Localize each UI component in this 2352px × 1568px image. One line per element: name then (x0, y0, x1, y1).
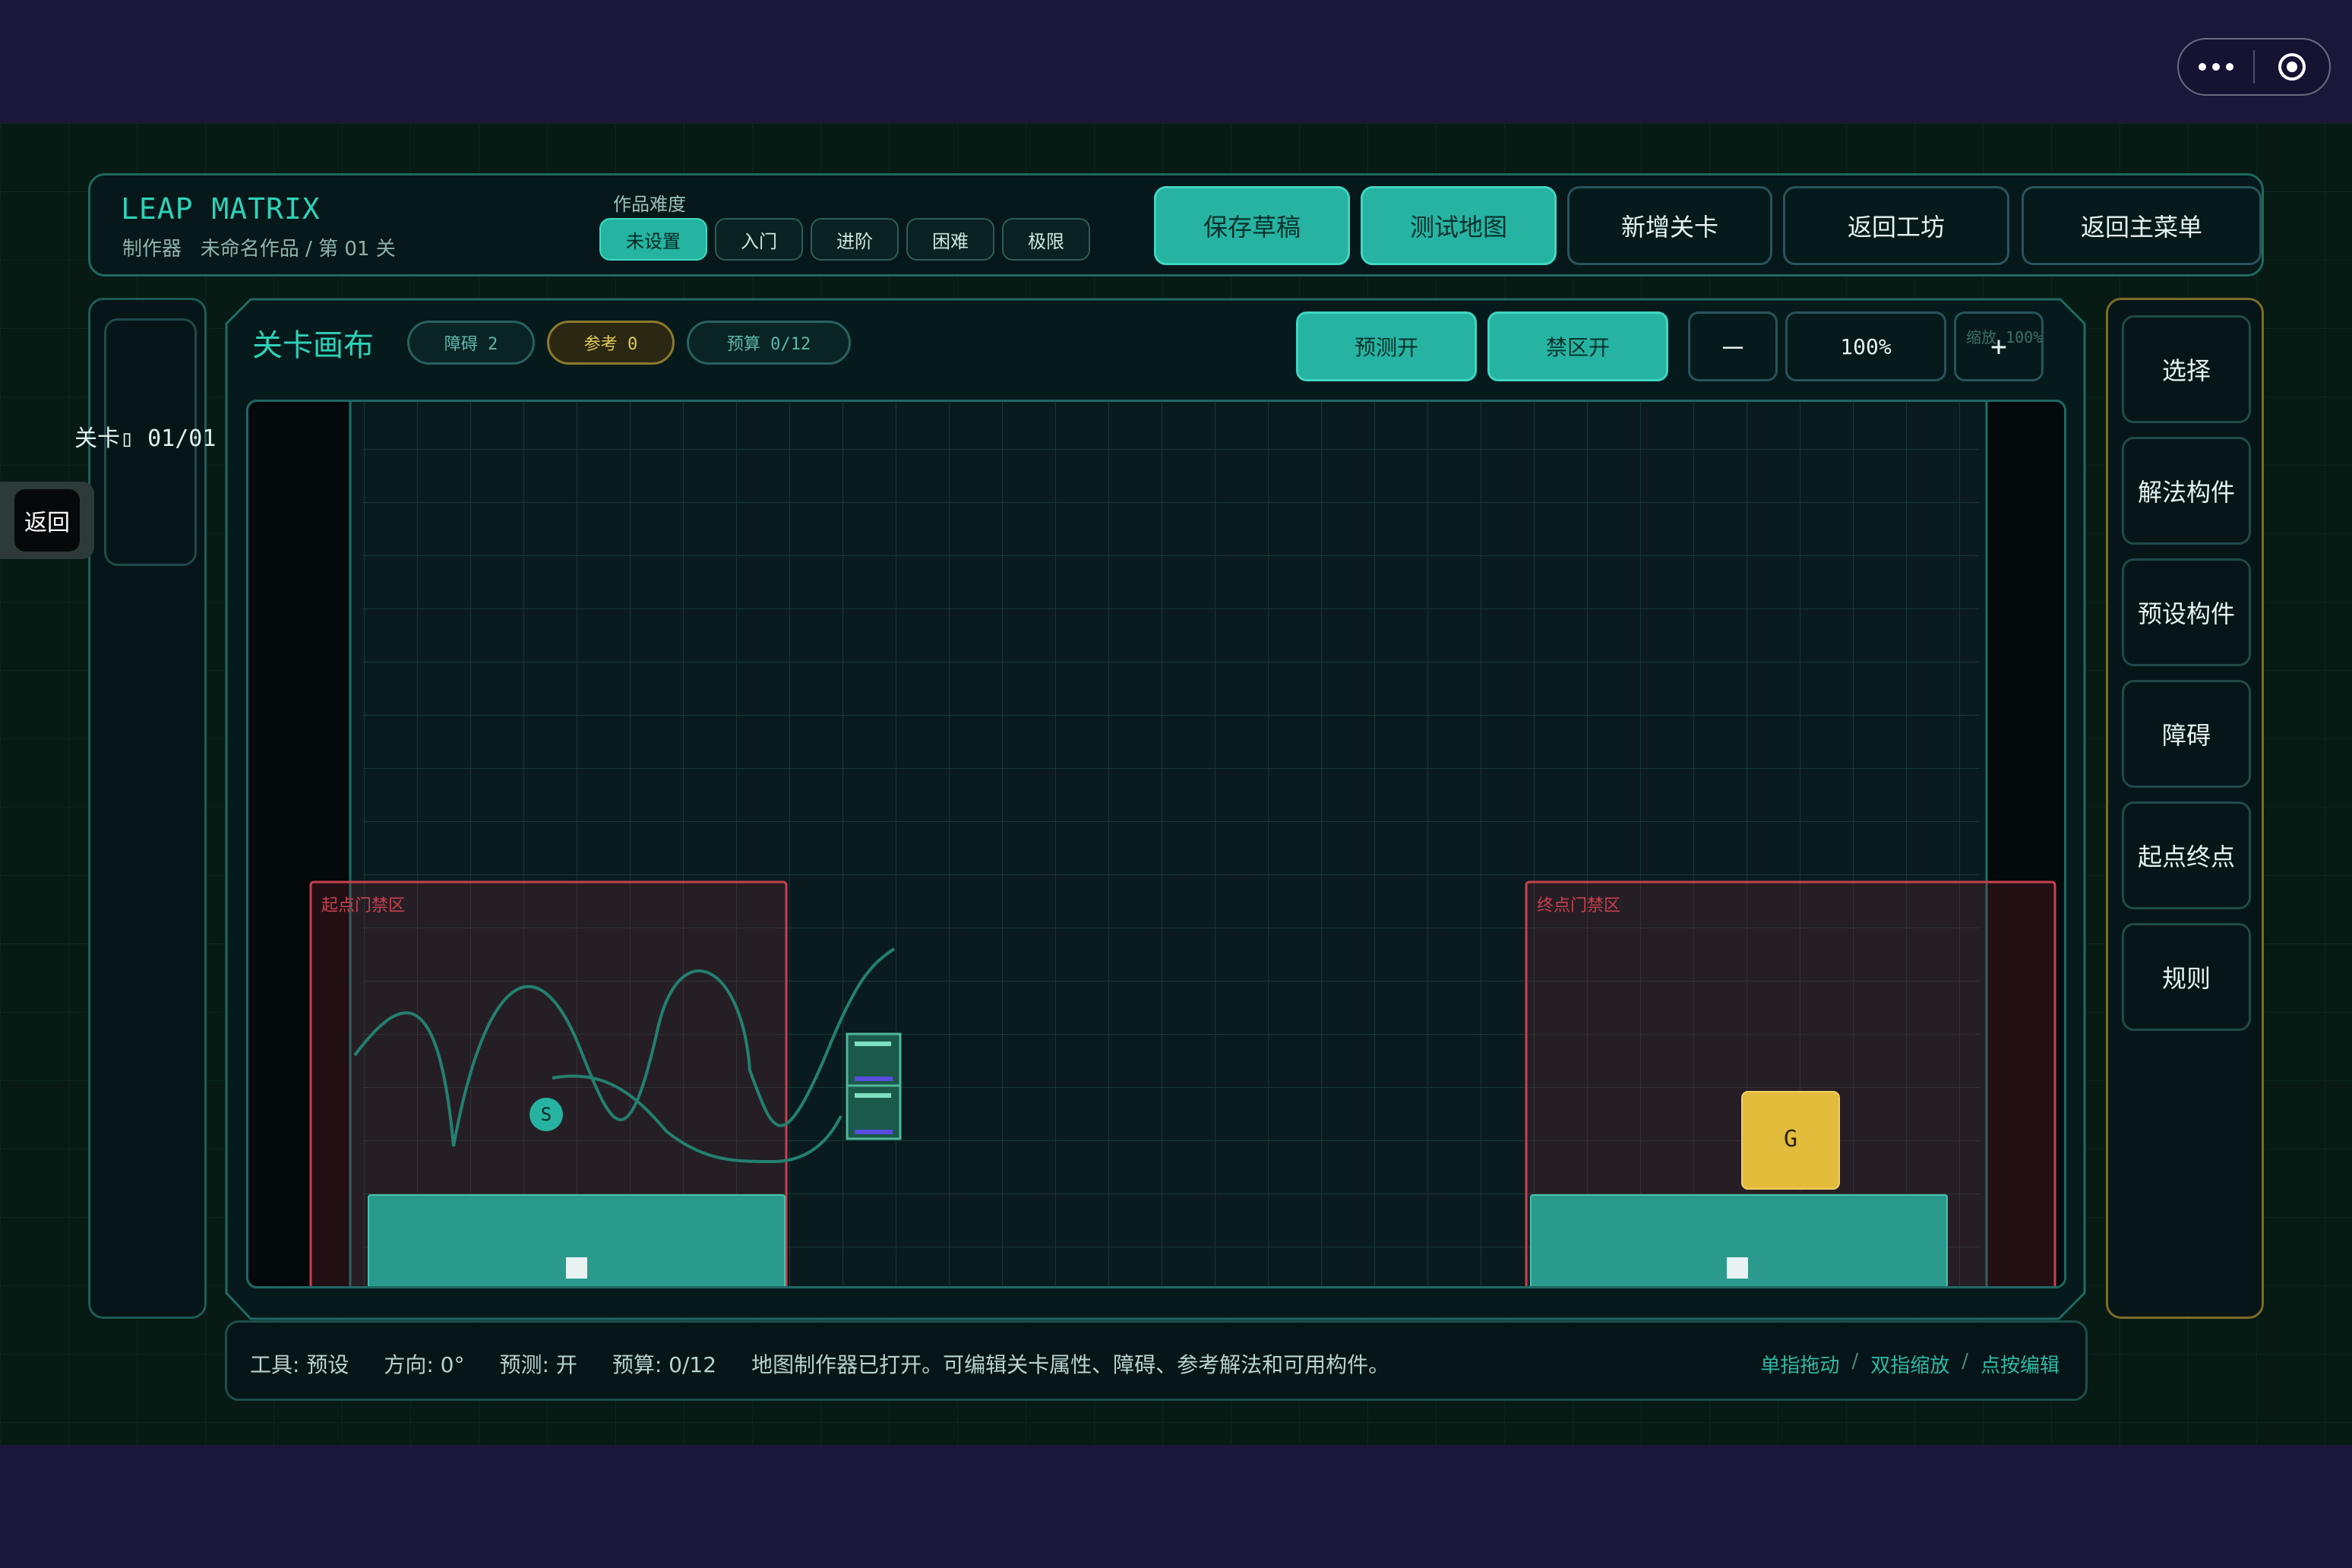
back-main-menu-button[interactable]: 返回主菜单 (2022, 186, 2262, 265)
end-zone-label: 终点门禁区 (1537, 896, 1620, 915)
start-zone-label: 起点门禁区 (321, 896, 405, 915)
status-direction: 方向: 0° (384, 1352, 465, 1377)
goal-marker[interactable]: G (1741, 1091, 1840, 1190)
difficulty-option-hard[interactable]: 困难 (906, 218, 994, 261)
save-draft-button[interactable]: 保存草稿 (1154, 186, 1350, 265)
hint-pinch: 双指缩放 (1870, 1355, 1950, 1377)
start-marker-label: S (541, 1104, 552, 1125)
obstacle-count-tag: 障碍 2 (407, 321, 535, 365)
back-button[interactable]: 返回 (14, 489, 80, 552)
more-button[interactable] (2179, 40, 2253, 94)
level-board[interactable]: 起点门禁区 终点门禁区 S G (246, 400, 2066, 1288)
editor-header: LEAP MATRIX 制作器 未命名作品 / 第 01 关 作品难度 未设置 … (88, 173, 2264, 277)
tool-select[interactable]: 选择 (2122, 315, 2251, 423)
spring-component[interactable] (846, 1032, 902, 1140)
level-indicator: 关卡▯ 01/01 (74, 425, 217, 452)
back-workshop-button[interactable]: 返回工坊 (1783, 186, 2009, 265)
start-marker[interactable]: S (530, 1098, 563, 1131)
zoom-out-button[interactable]: － (1688, 311, 1778, 381)
editor-app: LEAP MATRIX 制作器 未命名作品 / 第 01 关 作品难度 未设置 … (0, 123, 2352, 1445)
budget-tag: 预算 0/12 (687, 321, 851, 365)
status-info: 工具: 预设 方向: 0° 预测: 开 预算: 0/12 地图制作器已打开。可编… (250, 1348, 1389, 1379)
difficulty-option-extreme[interactable]: 极限 (1002, 218, 1090, 261)
difficulty-option-beginner[interactable]: 入门 (715, 218, 803, 261)
difficulty-option-intermediate[interactable]: 进阶 (811, 218, 899, 261)
forbidden-zone-toggle-button[interactable]: 禁区开 (1487, 311, 1668, 381)
reference-count-tag: 参考 0 (547, 321, 675, 365)
status-tool: 工具: 预设 (250, 1352, 349, 1377)
back-button-container: 返回 (0, 482, 94, 559)
end-platform-anchor (1727, 1257, 1748, 1279)
close-mini-program-button[interactable] (2255, 40, 2329, 94)
difficulty-label: 作品难度 (613, 194, 686, 215)
tool-start-end[interactable]: 起点终点 (2122, 801, 2251, 909)
level-board-svg: 起点门禁区 终点门禁区 S G (309, 402, 2056, 1286)
level-canvas-panel: 关卡画布 障碍 2 参考 0 预算 0/12 预测开 禁区开 － 100% + … (225, 298, 2086, 1320)
status-message: 地图制作器已打开。可编辑关卡属性、障碍、参考解法和可用构件。 (751, 1352, 1390, 1377)
tool-obstacle[interactable]: 障碍 (2122, 680, 2251, 788)
hint-separator: / (1962, 1350, 1968, 1373)
canvas-title: 关卡画布 (252, 328, 374, 363)
goal-marker-label: G (1784, 1126, 1797, 1152)
status-bar: 工具: 预设 方向: 0° 预测: 开 预算: 0/12 地图制作器已打开。可编… (225, 1320, 2088, 1401)
tool-rules[interactable]: 规则 (2122, 923, 2251, 1031)
hint-tap: 点按编辑 (1980, 1355, 2060, 1377)
add-level-button[interactable]: 新增关卡 (1567, 186, 1772, 265)
status-budget: 预算: 0/12 (612, 1352, 717, 1377)
difficulty-option-unset[interactable]: 未设置 (599, 218, 707, 261)
tool-panel: 选择 解法构件 预设构件 障碍 起点终点 规则 (2106, 298, 2264, 1319)
hint-separator: / (1851, 1350, 1859, 1373)
target-circle-icon (2278, 53, 2306, 81)
test-map-button[interactable]: 测试地图 (1361, 186, 1557, 265)
app-title: LEAP MATRIX (121, 192, 321, 226)
tool-solution-components[interactable]: 解法构件 (2122, 437, 2251, 545)
status-predict: 预测: 开 (499, 1352, 577, 1377)
app-subtitle: 制作器 未命名作品 / 第 01 关 (122, 238, 396, 261)
more-dots-icon (2199, 63, 2233, 71)
difficulty-selector: 未设置 入门 进阶 困难 极限 (599, 218, 1090, 261)
gesture-hints: 单指拖动 / 双指缩放 / 点按编辑 (1760, 1350, 2060, 1378)
mini-program-capsule (2177, 38, 2331, 96)
start-platform-anchor (566, 1257, 587, 1279)
predict-toggle-button[interactable]: 预测开 (1296, 311, 1477, 381)
zoom-hint: 缩放 100% (1966, 328, 2043, 346)
hint-drag: 单指拖动 (1760, 1355, 1840, 1377)
zoom-level-display: 100% (1785, 311, 1946, 381)
tool-preset-components[interactable]: 预设构件 (2122, 558, 2251, 666)
